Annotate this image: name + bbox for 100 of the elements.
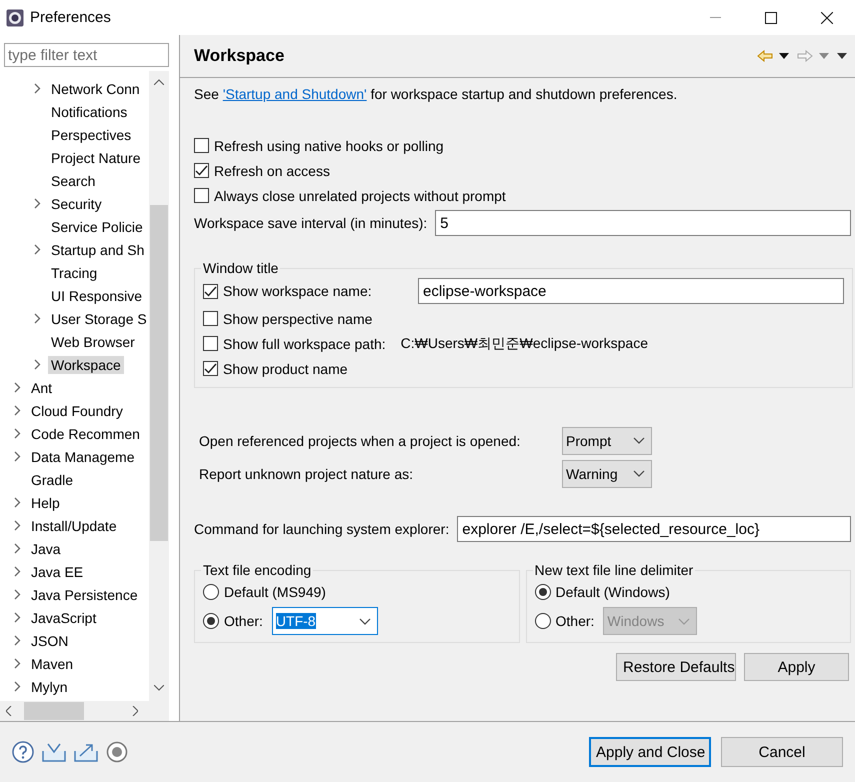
tree-item[interactable]: Data Manageme [28, 448, 138, 466]
checkbox[interactable] [194, 138, 209, 153]
chevron-icon[interactable] [14, 658, 21, 669]
chevron-icon[interactable] [14, 497, 21, 508]
chevron-icon[interactable] [14, 543, 21, 554]
tree-item[interactable]: Maven [28, 654, 76, 672]
intro-text: See 'Startup and Shutdown' for workspace startup and shutdown preferences. [194, 86, 678, 104]
checkbox[interactable] [203, 284, 218, 298]
filter-field[interactable]: type filter text [4, 43, 169, 67]
radio-button[interactable] [203, 613, 219, 629]
chevron-icon[interactable] [34, 359, 41, 370]
dropdown[interactable]: Warning [562, 460, 652, 488]
tree-item[interactable]: Java [28, 540, 64, 558]
back-arrow-icon[interactable] [757, 50, 773, 62]
radio-button[interactable] [203, 584, 219, 600]
tree-item[interactable]: JSON [28, 632, 72, 650]
chevron-icon[interactable] [14, 566, 21, 577]
tree-item[interactable]: Perspectives [48, 126, 134, 144]
tree-item[interactable]: Java Persistence [28, 586, 141, 604]
tree-item[interactable]: Ant [28, 378, 56, 396]
workspace-name-field[interactable]: eclipse-workspace [418, 278, 844, 304]
tree-item[interactable]: Security [48, 194, 105, 212]
tree-item[interactable]: User Storage S [48, 310, 150, 328]
tree-item[interactable]: Help [28, 494, 63, 512]
tree-item[interactable]: Tracing [48, 264, 100, 282]
field-label: Workspace save interval (in minutes): [194, 215, 428, 231]
vertical-scrollbar[interactable] [149, 71, 169, 701]
checkbox-label: Show perspective name [223, 310, 372, 326]
tree-item[interactable]: UI Responsive [48, 286, 146, 304]
apply-and-close-button[interactable]: Apply and Close [589, 737, 711, 767]
tree-item[interactable]: Notifications [48, 102, 130, 120]
chevron-icon[interactable] [34, 313, 41, 324]
checkbox[interactable] [203, 336, 218, 351]
checkbox[interactable] [194, 188, 209, 203]
tree-item[interactable]: Network Conn [48, 80, 143, 98]
tree-item[interactable]: Code Recommen [28, 424, 143, 442]
checkbox[interactable] [203, 311, 218, 326]
tree-item[interactable]: Web Browser [48, 332, 138, 350]
checkbox-label: Refresh on access [214, 162, 330, 178]
window-title: Preferences [30, 9, 112, 26]
checkbox-label: Show full workspace path: [223, 336, 386, 352]
checkbox-label: Always close unrelated projects without prompt [214, 188, 506, 204]
page-title: Workspace [194, 46, 286, 66]
chevron-icon[interactable] [14, 405, 21, 416]
group-title: Text file encoding [202, 562, 312, 578]
check-icon [204, 286, 217, 296]
explorer-command-field[interactable]: explorer /E,/select=${selected_resource_loc} [457, 516, 851, 542]
tree-item[interactable]: Mylyn [28, 678, 71, 696]
dropdown[interactable]: Prompt [562, 426, 652, 454]
tree-item[interactable]: Cloud Foundry [28, 402, 126, 420]
tree-item[interactable]: Search [48, 172, 98, 190]
chevron-icon[interactable] [14, 681, 21, 692]
tree-item[interactable]: Service Policie [48, 218, 146, 236]
cancel-button[interactable]: Cancel [721, 737, 843, 767]
checkbox-label: Refresh using native hooks or polling [214, 138, 444, 154]
save-interval-field[interactable]: 5 [435, 210, 851, 236]
chevron-icon[interactable] [14, 451, 21, 462]
restore-defaults-button[interactable]: Restore Defaults [616, 653, 736, 681]
help-icon[interactable] [12, 741, 34, 763]
chevron-icon[interactable] [14, 635, 21, 646]
startup-link[interactable]: 'Startup and Shutdown' [222, 86, 367, 102]
tree-item[interactable]: Java EE [28, 562, 86, 580]
menu-icon[interactable] [837, 53, 847, 59]
dropdown-icon[interactable] [779, 53, 789, 59]
caret-icon [633, 470, 645, 477]
encoding-dropdown[interactable]: UTF-8 [272, 607, 378, 635]
import-icon[interactable] [42, 742, 66, 762]
checkbox[interactable] [194, 163, 209, 178]
tree-item[interactable]: Install/Update [28, 516, 120, 534]
chevron-icon[interactable] [14, 612, 21, 623]
radio-label: Default (Windows) [556, 584, 670, 600]
apply-button[interactable]: Apply [744, 653, 849, 681]
tree-item[interactable]: Startup and Sh [48, 240, 148, 258]
field-label: Open referenced projects when a project is opened: [199, 432, 522, 448]
checkbox[interactable] [203, 361, 218, 376]
tree-item[interactable]: Gradle [28, 470, 76, 488]
radio-label: Default (MS949) [224, 584, 326, 600]
checkbox-label: Show workspace name: [223, 283, 373, 299]
checkbox-label: Show product name [223, 360, 348, 376]
chevron-icon[interactable] [14, 520, 21, 531]
record-icon[interactable] [106, 741, 128, 763]
group-title: New text file line delimiter [534, 562, 694, 578]
tree-item[interactable]: JavaScript [28, 608, 100, 626]
chevron-icon[interactable] [34, 198, 41, 209]
chevron-icon[interactable] [14, 428, 21, 439]
radio-button[interactable] [534, 613, 550, 629]
caret-icon [358, 618, 371, 624]
group-title: Window title [202, 260, 280, 276]
chevron-icon[interactable] [14, 382, 21, 393]
workspace-path: C:₩Users₩최민준₩eclipse-workspace [400, 334, 648, 352]
app-icon [6, 8, 24, 26]
chevron-icon[interactable] [14, 589, 21, 600]
export-icon[interactable] [74, 742, 98, 762]
tree-item[interactable]: Workspace [48, 356, 124, 374]
radio-button[interactable] [534, 584, 550, 600]
horizontal-scrollbar[interactable] [0, 701, 169, 721]
close-icon [821, 12, 833, 24]
chevron-icon[interactable] [34, 83, 41, 94]
chevron-icon[interactable] [34, 244, 41, 255]
tree-item[interactable]: Project Nature [48, 148, 144, 166]
